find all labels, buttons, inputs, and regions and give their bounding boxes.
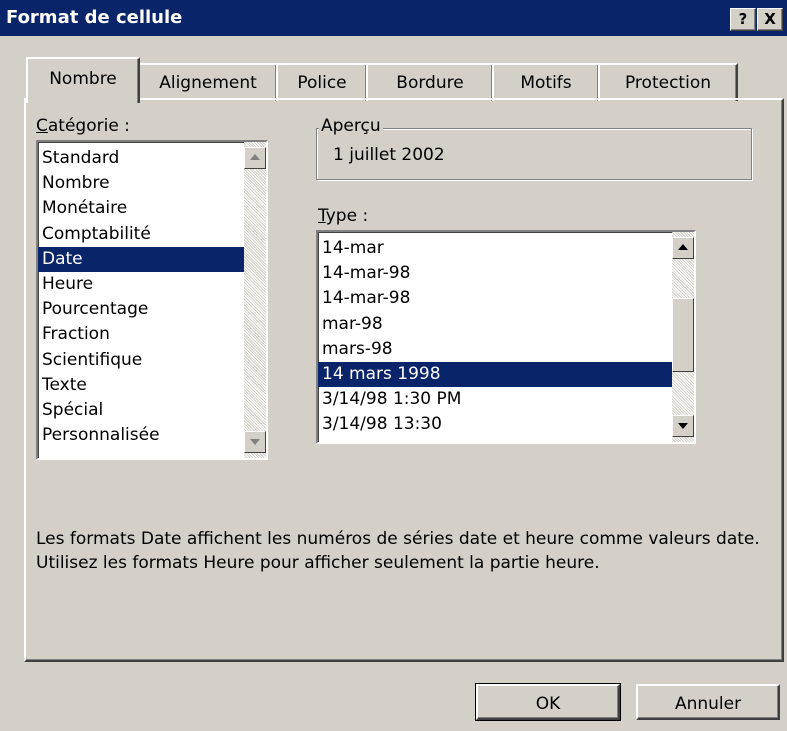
type-item-selected[interactable]: 14 mars 1998 xyxy=(318,361,672,388)
category-item-comptabilite[interactable]: Comptabilité xyxy=(38,222,244,247)
type-label-text: ype : xyxy=(325,206,369,226)
category-list: Standard Nombre Monétaire Comptabilité D… xyxy=(38,146,244,448)
format-description: Les formats Date affichent les numéros d… xyxy=(36,529,760,573)
category-item-personnalisee[interactable]: Personnalisée xyxy=(38,423,244,448)
category-label-text: atégorie : xyxy=(47,116,130,136)
title-bar: Format de cellule ? X xyxy=(0,0,787,36)
tab-label: Alignement xyxy=(159,73,257,93)
category-item-special[interactable]: Spécial xyxy=(38,398,244,423)
category-item-texte[interactable]: Texte xyxy=(38,373,244,398)
ok-button[interactable]: OK xyxy=(475,683,621,721)
type-listbox[interactable]: 14-mar 14-mar-98 14-mar-98 mar-98 mars-9… xyxy=(316,230,696,444)
category-item-fraction[interactable]: Fraction xyxy=(38,322,244,347)
category-scroll-down-button[interactable] xyxy=(244,431,266,453)
tab-label: Police xyxy=(297,73,347,93)
arrow-down-icon xyxy=(678,423,688,429)
window-title: Format de cellule xyxy=(6,7,183,28)
cancel-button[interactable]: Annuler xyxy=(636,684,780,720)
tab-label: Nombre xyxy=(49,69,117,89)
category-label: Catégorie : xyxy=(36,116,130,136)
preview-value: 1 juillet 2002 xyxy=(333,145,445,165)
type-list: 14-mar 14-mar-98 14-mar-98 mar-98 mars-9… xyxy=(318,236,672,438)
tab-alignement[interactable]: Alignement xyxy=(138,63,278,101)
type-item[interactable]: 14-mar-98 xyxy=(318,261,672,286)
tab-bordure[interactable]: Bordure xyxy=(366,63,494,101)
type-item[interactable]: 3/14/98 13:30 xyxy=(318,412,672,437)
type-scroll-thumb[interactable] xyxy=(672,298,694,372)
type-label-accesskey: T xyxy=(318,206,326,226)
type-item[interactable]: 14-mar xyxy=(318,236,672,261)
type-item[interactable]: mar-98 xyxy=(318,312,672,337)
tab-motifs[interactable]: Motifs xyxy=(492,63,600,101)
type-item[interactable]: mars-98 xyxy=(318,337,672,362)
tab-label: Protection xyxy=(624,73,711,93)
preview-legend: Aperçu xyxy=(319,116,383,136)
category-item-nombre[interactable]: Nombre xyxy=(38,171,244,196)
category-item-monetaire[interactable]: Monétaire xyxy=(38,196,244,221)
category-listbox[interactable]: Standard Nombre Monétaire Comptabilité D… xyxy=(36,140,268,460)
type-scroll-up-button[interactable] xyxy=(672,237,694,259)
category-label-accesskey: C xyxy=(36,116,48,136)
tab-label: Bordure xyxy=(396,73,464,93)
tab-protection[interactable]: Protection xyxy=(598,63,738,101)
type-scroll-down-button[interactable] xyxy=(672,415,694,437)
type-scrollbar[interactable] xyxy=(672,232,694,442)
category-item-scientifique[interactable]: Scientifique xyxy=(38,348,244,373)
arrow-down-icon xyxy=(250,439,260,445)
preview-group: Aperçu 1 juillet 2002 xyxy=(316,116,752,180)
type-item[interactable]: 14-mar-98 xyxy=(318,286,672,311)
category-item-date[interactable]: Date xyxy=(38,246,244,272)
close-button[interactable]: X xyxy=(757,8,783,31)
tab-police[interactable]: Police xyxy=(276,63,368,101)
type-label: Type : xyxy=(318,206,368,226)
help-button[interactable]: ? xyxy=(730,8,756,31)
category-item-heure[interactable]: Heure xyxy=(38,272,244,297)
category-scrollbar[interactable] xyxy=(244,142,266,458)
category-item-pourcentage[interactable]: Pourcentage xyxy=(38,297,244,322)
tab-nombre[interactable]: Nombre xyxy=(26,57,140,103)
tab-label: Motifs xyxy=(520,73,572,93)
arrow-up-icon xyxy=(678,244,688,250)
arrow-up-icon xyxy=(250,154,260,160)
category-item-standard[interactable]: Standard xyxy=(38,146,244,171)
category-scroll-up-button[interactable] xyxy=(244,147,266,169)
type-item[interactable]: 3/14/98 1:30 PM xyxy=(318,387,672,412)
